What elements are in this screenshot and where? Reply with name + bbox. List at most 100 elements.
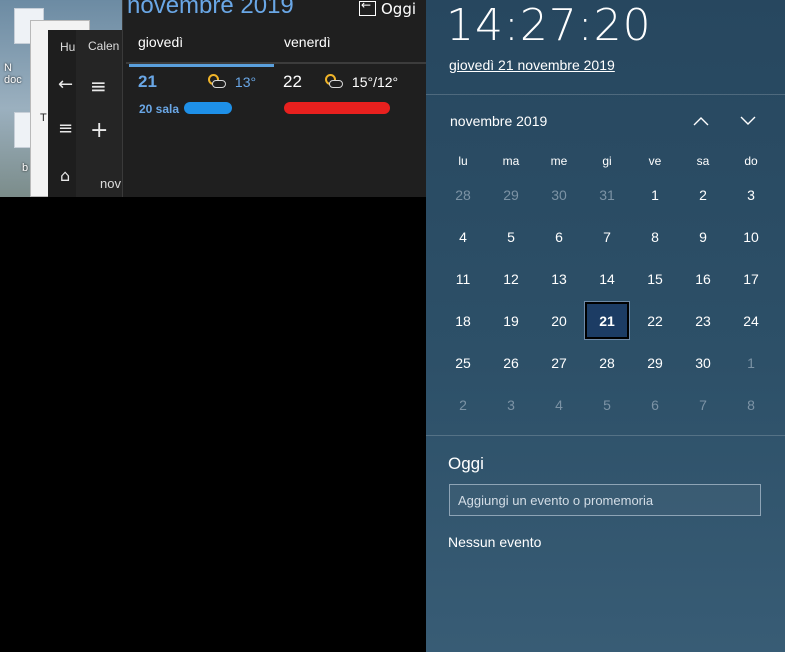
- day-cell[interactable]: 5: [487, 216, 535, 258]
- day-cell[interactable]: 6: [535, 216, 583, 258]
- day-cell[interactable]: 24: [727, 300, 775, 342]
- partly-cloudy-icon: [207, 73, 227, 91]
- day-cell[interactable]: 20: [535, 300, 583, 342]
- today-button-label: Oggi: [381, 0, 417, 18]
- partly-cloudy-icon: [324, 73, 344, 91]
- day-cell[interactable]: 31: [583, 174, 631, 216]
- day-number: 30: [551, 187, 567, 203]
- day-cell[interactable]: 29: [487, 174, 535, 216]
- day-cell[interactable]: 17: [727, 258, 775, 300]
- day-number: 7: [699, 397, 707, 413]
- week-row: 18 19 20 21 22 23 24: [439, 300, 775, 342]
- day-cell[interactable]: 27: [535, 342, 583, 384]
- weekday-label: me: [550, 154, 568, 168]
- day-cell[interactable]: 10: [727, 216, 775, 258]
- day-number: 5: [507, 229, 515, 245]
- back-arrow-icon[interactable]: ←: [58, 74, 73, 95]
- day-cell[interactable]: 28: [439, 174, 487, 216]
- day-number: 1: [651, 187, 659, 203]
- week-row: 28 29 30 31 1 2 3: [439, 174, 775, 216]
- day-number: 17: [743, 271, 759, 287]
- day-cell-today[interactable]: 21: [583, 300, 631, 342]
- day-number: 22: [283, 72, 302, 91]
- chevron-up-icon[interactable]: [689, 110, 713, 132]
- add-icon[interactable]: +: [90, 118, 108, 143]
- month-year-label[interactable]: novembre 2019: [450, 113, 547, 129]
- day-number: 4: [459, 229, 467, 245]
- day-cell[interactable]: 9: [679, 216, 727, 258]
- week-row: 25 26 27 28 29 30 1: [439, 342, 775, 384]
- day-cell[interactable]: 29: [631, 342, 679, 384]
- day-cell[interactable]: 28: [583, 342, 631, 384]
- day-cell[interactable]: 14: [583, 258, 631, 300]
- day-number: 29: [647, 355, 663, 371]
- day-cell[interactable]: 5: [583, 384, 631, 426]
- day-number: 16: [695, 271, 711, 287]
- day-number: 27: [551, 355, 567, 371]
- day-number: 19: [503, 313, 519, 329]
- temperature: 13°: [234, 74, 257, 90]
- day-cell[interactable]: 30: [679, 342, 727, 384]
- chevron-down-icon[interactable]: [736, 110, 760, 132]
- day-cell[interactable]: 3: [487, 384, 535, 426]
- weekday-header-row: lu ma me gi ve sa do: [439, 150, 775, 174]
- day-cell[interactable]: 3: [727, 174, 775, 216]
- day-cell[interactable]: 25: [439, 342, 487, 384]
- divider: [426, 435, 785, 436]
- day-cell[interactable]: 2: [679, 174, 727, 216]
- day-cell[interactable]: 23: [679, 300, 727, 342]
- calendar-window-behind[interactable]: Calen ≡ + nov: [76, 30, 126, 197]
- add-event-input[interactable]: [449, 484, 761, 516]
- day-cell[interactable]: 30: [535, 174, 583, 216]
- hamburger-menu-icon[interactable]: ≡: [90, 74, 107, 98]
- no-events-text: Nessun evento: [448, 534, 542, 550]
- day-cell[interactable]: 1: [631, 174, 679, 216]
- day-cell[interactable]: 8: [631, 216, 679, 258]
- full-date-link[interactable]: giovedì 21 novembre 2019: [449, 57, 615, 73]
- day-cell[interactable]: 11: [439, 258, 487, 300]
- day-cell[interactable]: 16: [679, 258, 727, 300]
- desktop-icon-label: doc: [4, 74, 22, 86]
- weekday-label: ma: [502, 154, 520, 168]
- day-number: 12: [503, 271, 519, 287]
- hamburger-menu-icon[interactable]: ≡: [58, 118, 73, 139]
- day-column-friday[interactable]: venerdì: [269, 34, 409, 64]
- day-cell[interactable]: 1: [727, 342, 775, 384]
- day-number: 6: [555, 229, 563, 245]
- event-entry[interactable]: 20 sala: [139, 102, 179, 116]
- today-button[interactable]: Oggi: [359, 0, 417, 18]
- calendar-window-title: Calen: [88, 39, 120, 53]
- day-cell[interactable]: 13: [535, 258, 583, 300]
- clock-calendar-flyout: 14:27:20 giovedì 21 novembre 2019 novemb…: [426, 0, 785, 652]
- day-number: 18: [455, 313, 471, 329]
- day-number: 15: [647, 271, 663, 287]
- day-cell[interactable]: 2: [439, 384, 487, 426]
- day-cell[interactable]: 15: [631, 258, 679, 300]
- day-number: 6: [651, 397, 659, 413]
- day-number: 3: [507, 397, 515, 413]
- redaction-scribble-blue: [184, 102, 232, 114]
- day-cell[interactable]: 4: [439, 216, 487, 258]
- day-cell[interactable]: 22: [631, 300, 679, 342]
- weekday-label: ve: [648, 154, 662, 168]
- day-cell[interactable]: 26: [487, 342, 535, 384]
- week-row: 4 5 6 7 8 9 10: [439, 216, 775, 258]
- day-number: 29: [503, 187, 519, 203]
- day-header: giovedì: [138, 34, 184, 50]
- day-number: 30: [695, 355, 711, 371]
- day-cell[interactable]: 7: [583, 216, 631, 258]
- clock-time: 14:27:20: [446, 0, 652, 51]
- day-column-thursday[interactable]: giovedì: [123, 34, 274, 67]
- day-weather-row: 22 15°/12°: [283, 72, 398, 92]
- day-number: 9: [699, 229, 707, 245]
- day-number: 26: [503, 355, 519, 371]
- day-cell[interactable]: 6: [631, 384, 679, 426]
- day-cell[interactable]: 18: [439, 300, 487, 342]
- day-cell[interactable]: 12: [487, 258, 535, 300]
- day-cell[interactable]: 19: [487, 300, 535, 342]
- day-cell[interactable]: 8: [727, 384, 775, 426]
- day-cell[interactable]: 7: [679, 384, 727, 426]
- background-window-text: T: [40, 112, 47, 124]
- home-icon[interactable]: ⌂: [60, 166, 70, 185]
- day-cell[interactable]: 4: [535, 384, 583, 426]
